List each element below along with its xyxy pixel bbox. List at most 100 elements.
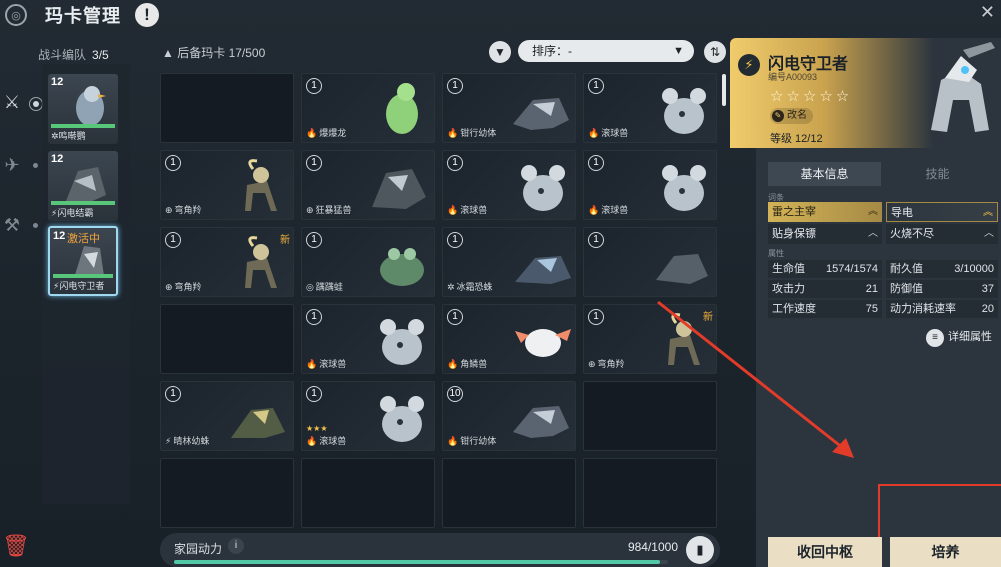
card-slot[interactable]: 1 🔥 滚球兽: [583, 150, 717, 220]
left-nav: ⚔ ✈ ⚒: [0, 60, 43, 500]
team-card[interactable]: 12 ✲鸣啭鹦: [48, 74, 118, 144]
card-slot[interactable]: 1 🔥 钳行幼体: [442, 73, 576, 143]
card-slot[interactable]: 1 ⚡ 晴林幼蛛: [160, 381, 294, 451]
card-name: ⊕ 狂暴猛兽: [306, 205, 352, 215]
element-icon: ⊕: [165, 282, 173, 292]
card-slot[interactable]: 1 ✲ 冰霜恐蛛: [442, 227, 576, 297]
card-slot[interactable]: 1 ★★★ 🔥 滚球兽: [301, 381, 435, 451]
rank-icon: ︿: [868, 228, 878, 239]
card-name: ⊕ 弯角羚: [165, 205, 202, 215]
card-name: 🔥 滚球兽: [306, 436, 347, 446]
card-slot[interactable]: 1 ⊕ 弯角羚: [160, 150, 294, 220]
team-count: 3/5: [92, 48, 109, 62]
card-level: 12: [53, 230, 66, 242]
card-level: 1: [447, 232, 463, 248]
edit-icon: ✎: [772, 110, 784, 122]
star-rating: ☆☆☆☆☆: [770, 88, 853, 105]
bird-icon[interactable]: ✈: [0, 155, 24, 179]
filter-icon[interactable]: ▼: [489, 41, 511, 63]
card-hp-bar: [51, 201, 115, 205]
sword-icon[interactable]: ⚔: [0, 92, 24, 116]
creature-code: 编号A00093: [768, 72, 818, 82]
team-label: 战斗编队: [38, 48, 87, 62]
card-slot[interactable]: 1 🔥 角鳞兽: [442, 304, 576, 374]
recall-button[interactable]: 收回中枢: [768, 537, 882, 567]
card-level: 1: [447, 309, 463, 325]
hammer-icon[interactable]: ⚒: [0, 215, 24, 239]
rank-up-icon: ︽: [983, 207, 993, 218]
element-icon: 🔥: [588, 205, 600, 215]
card-level: 1: [447, 78, 463, 94]
stat-row: 生命值 1574/1574: [768, 260, 882, 278]
info-icon[interactable]: i: [228, 538, 244, 554]
logo-icon: ◎: [5, 4, 27, 26]
sort-select[interactable]: 排序：- ▼: [518, 40, 694, 62]
card-name: ⚡闪电守卫者: [53, 281, 105, 291]
creature-portrait: [931, 42, 995, 132]
card-slot[interactable]: 1 🔥 滚球兽: [583, 73, 717, 143]
card-level: 1: [306, 309, 322, 325]
trait-item[interactable]: 雷之主宰 ︽: [768, 202, 882, 222]
card-name: 🔥 爆爆龙: [306, 128, 347, 138]
element-icon: 🔥: [306, 436, 318, 446]
card-level: 12: [51, 153, 64, 165]
element-icon: ⊕: [306, 205, 314, 215]
energy-track: [174, 560, 668, 564]
card-level: 1: [588, 309, 604, 325]
rename-button[interactable]: ✎ 改名: [770, 108, 813, 124]
energy-fill: [174, 560, 661, 564]
team-panel: 12 ✲鸣啭鹦 12 ⚡闪电结霸 12 激活中 ⚡闪电守卫者: [42, 64, 130, 504]
card-slot[interactable]: 1 🔥 爆爆龙: [301, 73, 435, 143]
card-hp-bar: [53, 274, 113, 278]
card-name: ⚡ 晴林幼蛛: [165, 436, 210, 446]
close-icon[interactable]: ✕: [980, 2, 995, 23]
sort-order-icon[interactable]: ⇅: [704, 41, 726, 63]
empty-slot: [160, 304, 294, 374]
stat-row: 动力消耗速率 20: [886, 300, 998, 318]
info-icon[interactable]: !: [135, 3, 159, 27]
card-slot[interactable]: 1 🔥 滚球兽: [301, 304, 435, 374]
energy-value: 984/1000: [627, 540, 678, 554]
element-icon: 🔥: [447, 205, 459, 215]
card-name: ✲鸣啭鹦: [51, 131, 86, 141]
scrollbar[interactable]: [722, 74, 726, 106]
card-level: 1: [165, 232, 181, 248]
card-name: 🔥 滚球兽: [447, 205, 488, 215]
trait-item[interactable]: 贴身保镖 ︿: [768, 224, 882, 244]
creature-level: 等级 12/12: [770, 133, 823, 145]
trait-item[interactable]: 火烧不尽 ︿: [886, 224, 998, 244]
card-name: ✲ 冰霜恐蛛: [447, 282, 493, 292]
tab-basic-info[interactable]: 基本信息: [768, 162, 881, 186]
card-slot[interactable]: 1 🔥 滚球兽: [442, 150, 576, 220]
card-slot[interactable]: 10 🔥 钳行幼体: [442, 381, 576, 451]
element-icon: 🔥: [306, 359, 318, 369]
element-icon: ⊕: [165, 205, 173, 215]
card-slot[interactable]: 1 新 ⊕ 弯角羚: [160, 227, 294, 297]
card-slot[interactable]: 1: [583, 227, 717, 297]
lightning-icon: ⚡: [738, 54, 760, 76]
nav-dot: [33, 223, 38, 228]
chevron-down-icon: ▼: [673, 45, 684, 57]
card-level: 1: [588, 155, 604, 171]
trait-item[interactable]: 导电 ︽: [886, 202, 998, 222]
trash-icon[interactable]: 🗑: [2, 533, 30, 559]
detail-attributes-button[interactable]: ≡ 详细属性: [926, 328, 992, 347]
rank-icon: ︿: [984, 228, 994, 239]
tab-skills[interactable]: 技能: [881, 162, 994, 186]
element-icon: 🔥: [306, 128, 318, 138]
empty-slot: [160, 73, 294, 143]
battery-icon[interactable]: ▮: [686, 536, 714, 564]
card-slot[interactable]: 1 ⊕ 狂暴猛兽: [301, 150, 435, 220]
detail-header: ⚡ 闪电守卫者 编号A00093 ☆☆☆☆☆ ✎ 改名 等级 12/12: [730, 38, 1001, 148]
game-screen: ◎ 玛卡管理 ! ✕ ⚔ ✈ ⚒ 战斗编队 3/5 12 ✲鸣啭鹦 12 ⚡闪电结…: [0, 0, 1001, 567]
energy-label: 家园动力: [174, 542, 223, 556]
card-slot[interactable]: 1 ◎ 蹒蹒蛙: [301, 227, 435, 297]
team-card-selected[interactable]: 12 激活中 ⚡闪电守卫者: [48, 226, 118, 296]
card-level: 1: [588, 232, 604, 248]
team-card[interactable]: 12 ⚡闪电结霸: [48, 151, 118, 221]
home-energy-bar: 家园动力 i 984/1000 ▮: [160, 533, 720, 567]
train-button[interactable]: 培养: [890, 537, 1001, 567]
detail-tabs: 基本信息 技能: [768, 162, 994, 186]
card-level: 1: [306, 78, 322, 94]
element-icon: ⚡: [165, 436, 172, 446]
